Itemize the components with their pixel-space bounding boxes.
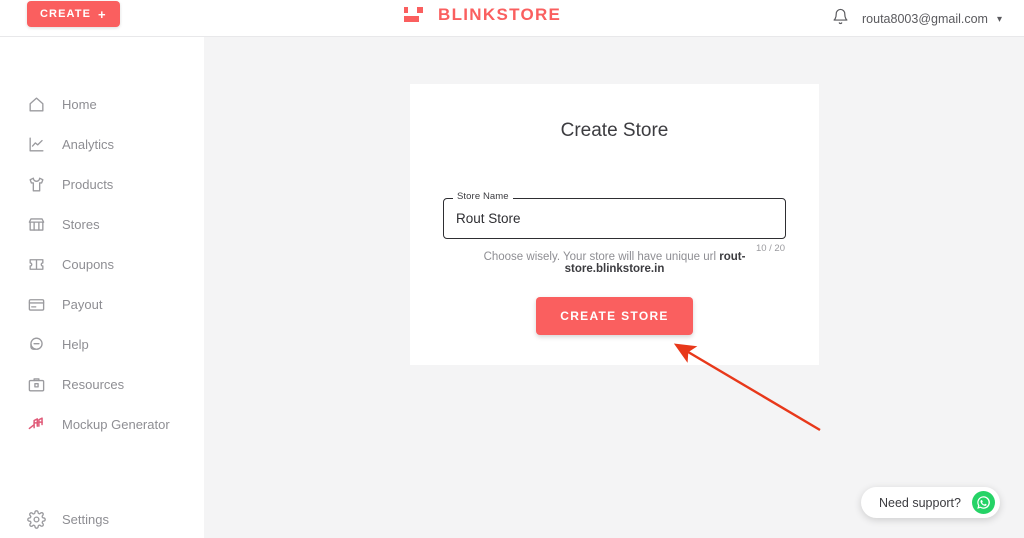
- user-menu[interactable]: routa8003@gmail.com ▾: [832, 8, 1002, 30]
- ticket-icon: [27, 255, 46, 274]
- sidebar-item-products[interactable]: Products: [0, 167, 204, 201]
- sidebar-item-label: Resources: [62, 376, 125, 392]
- bell-icon[interactable]: [832, 8, 849, 30]
- mockup-generator-icon: [27, 415, 46, 434]
- sidebar: Home Analytics Products Stores Coupons P…: [0, 37, 204, 538]
- card-icon: [27, 295, 46, 314]
- create-store-card: Create Store Store Name 10 / 20 Choose w…: [410, 84, 819, 365]
- store-name-field-group: Store Name 10 / 20: [443, 192, 786, 254]
- headset-icon: [27, 335, 46, 354]
- store-url-helper-text: Choose wisely. Your store will have uniq…: [443, 251, 786, 275]
- user-email: routa8003@gmail.com: [862, 12, 988, 26]
- home-icon: [27, 95, 46, 114]
- sidebar-item-label: Analytics: [62, 136, 115, 152]
- sidebar-item-analytics[interactable]: Analytics: [0, 127, 204, 161]
- sidebar-item-label: Stores: [62, 216, 100, 232]
- whatsapp-icon[interactable]: [972, 491, 995, 514]
- sidebar-item-stores[interactable]: Stores: [0, 207, 204, 241]
- create-button-label: CREATE: [40, 8, 92, 20]
- analytics-chart-icon: [27, 135, 46, 154]
- top-header: CREATE + BLINKSTORE routa8003@gmail.com: [0, 0, 1024, 37]
- store-name-input[interactable]: [444, 199, 785, 238]
- sidebar-item-coupons[interactable]: Coupons: [0, 247, 204, 281]
- storefront-icon: [27, 215, 46, 234]
- page-title: Create Store: [560, 120, 669, 141]
- sidebar-item-home[interactable]: Home: [0, 87, 204, 121]
- app-root: CREATE + BLINKSTORE routa8003@gmail.com: [0, 0, 1024, 538]
- chevron-down-icon[interactable]: ▾: [997, 14, 1002, 25]
- sidebar-item-label: Home: [62, 96, 97, 112]
- sidebar-item-label: Mockup Generator: [62, 416, 170, 432]
- support-widget[interactable]: Need support?: [860, 487, 1000, 518]
- store-name-input-outline: Store Name: [443, 192, 786, 239]
- sidebar-item-resources[interactable]: Resources: [0, 367, 204, 401]
- create-button[interactable]: CREATE +: [27, 1, 120, 27]
- sidebar-item-settings[interactable]: Settings: [0, 502, 204, 536]
- sidebar-item-label: Payout: [62, 296, 103, 312]
- sidebar-item-label: Products: [62, 176, 114, 192]
- sidebar-item-help[interactable]: Help: [0, 327, 204, 361]
- sidebar-item-label: Settings: [62, 511, 109, 527]
- sidebar-item-label: Help: [62, 336, 89, 352]
- helper-prefix: Choose wisely. Your store will have uniq…: [483, 251, 720, 263]
- sidebar-item-payout[interactable]: Payout: [0, 287, 204, 321]
- briefcase-icon: [27, 375, 46, 394]
- brand-logo: BLINKSTORE: [404, 5, 561, 25]
- sidebar-item-mockup-generator[interactable]: Mockup Generator: [0, 407, 204, 441]
- character-counter: 10 / 20: [755, 243, 785, 254]
- tshirt-icon: [27, 175, 46, 194]
- create-store-button[interactable]: CREATE STORE: [536, 297, 693, 335]
- blinkstore-logo-icon: [404, 6, 427, 24]
- submit-row: CREATE STORE: [410, 297, 819, 335]
- brand-name: BLINKSTORE: [438, 5, 562, 24]
- support-label: Need support?: [878, 495, 961, 510]
- plus-icon: +: [98, 6, 107, 22]
- gear-icon: [27, 509, 46, 529]
- sidebar-item-label: Coupons: [62, 256, 115, 272]
